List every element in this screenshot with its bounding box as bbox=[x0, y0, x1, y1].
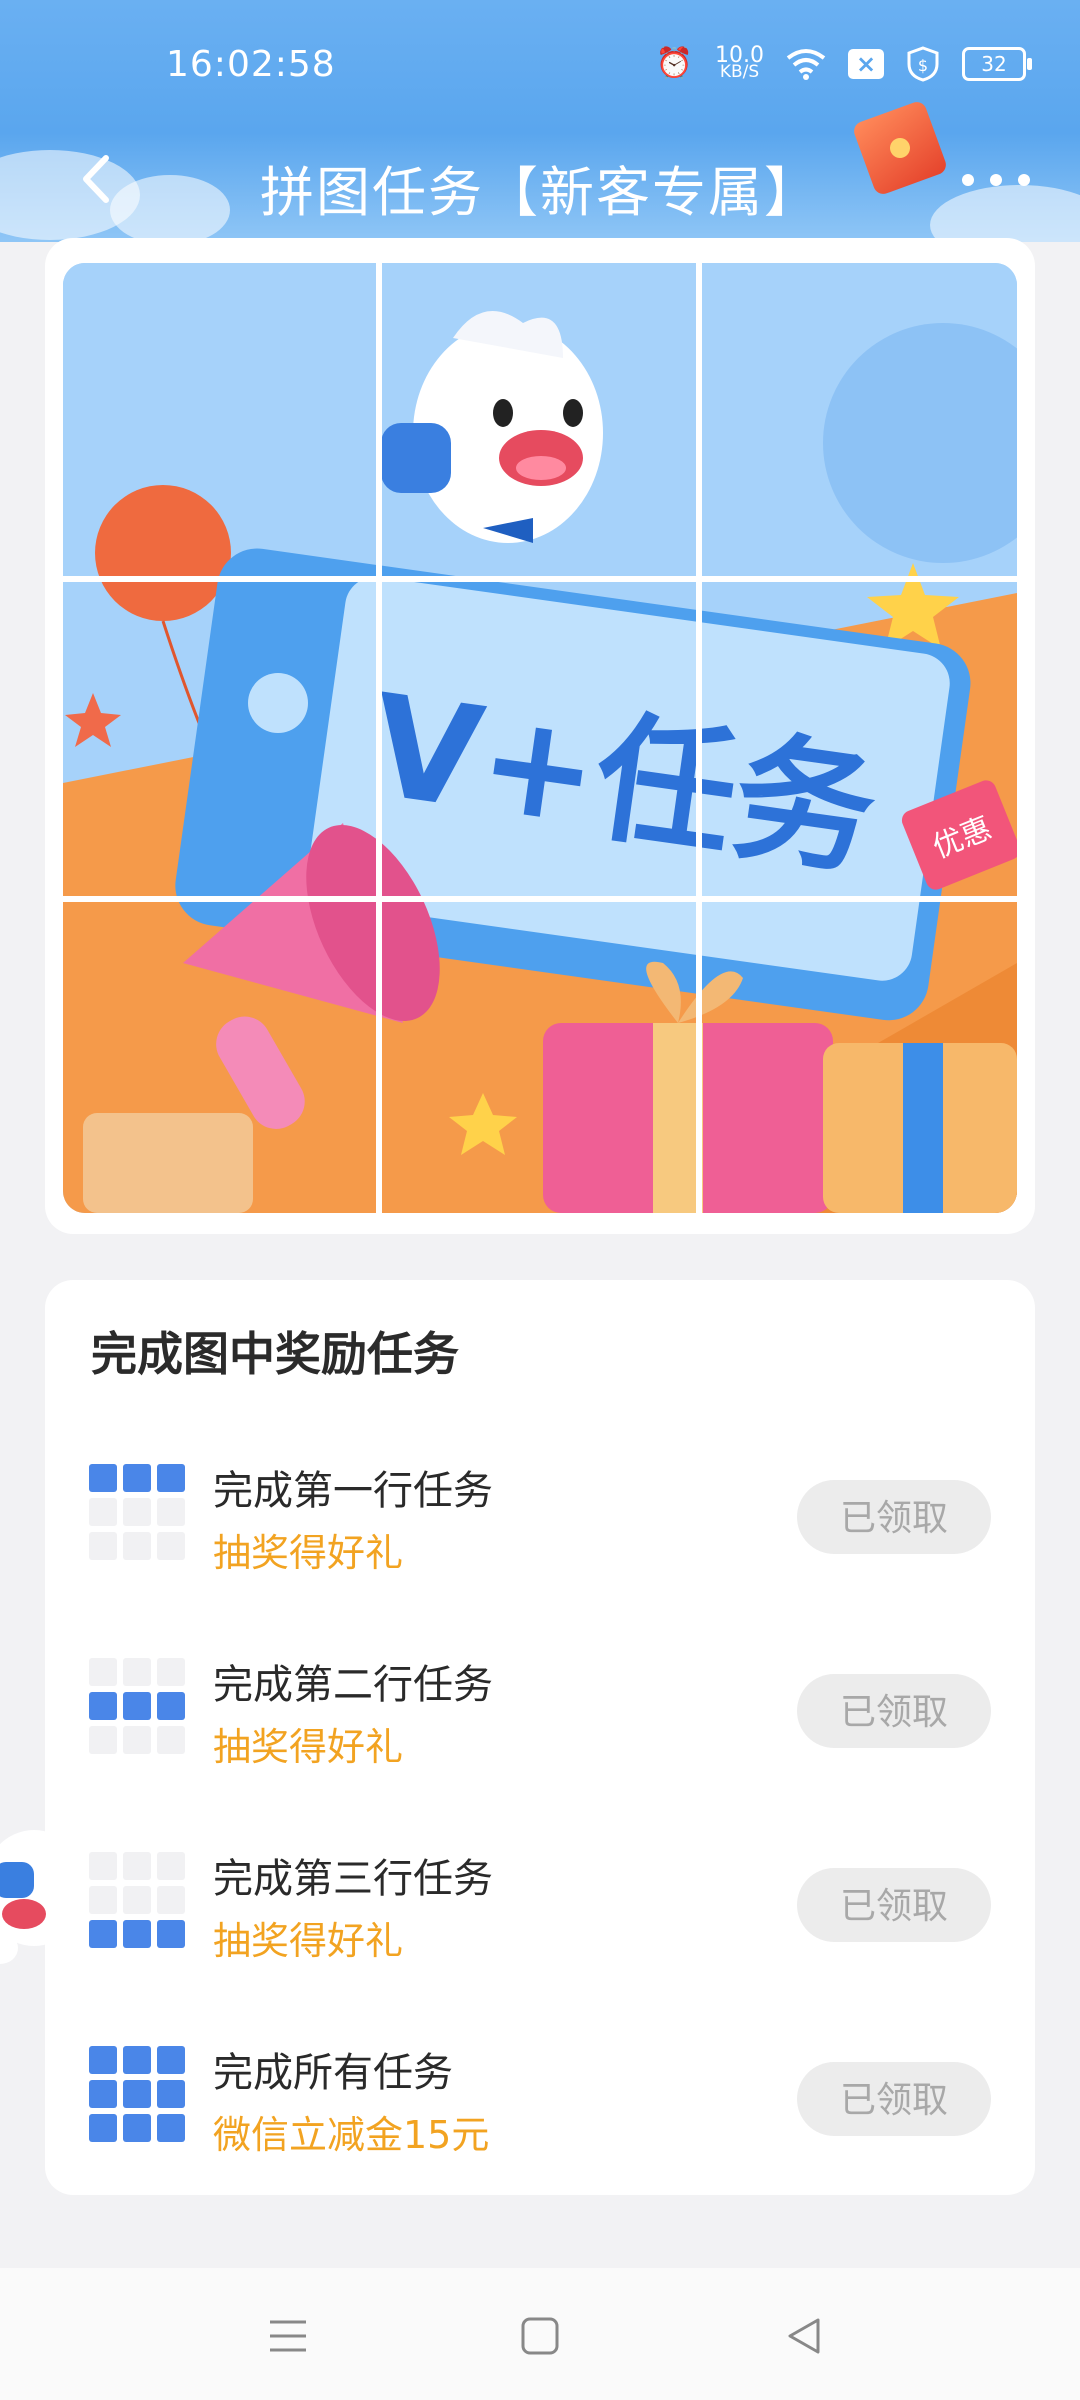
claimed-button[interactable]: 已领取 bbox=[797, 1480, 991, 1554]
all-rows-grid-icon bbox=[89, 2046, 185, 2142]
back-triangle-icon[interactable] bbox=[780, 2312, 828, 2360]
puzzle-piece-2[interactable] bbox=[383, 263, 695, 573]
task-name: 完成所有任务 bbox=[213, 2050, 453, 2096]
puzzle-piece-6[interactable] bbox=[703, 583, 1015, 893]
network-speed-unit: KB/S bbox=[719, 62, 760, 82]
floating-mascot-icon[interactable] bbox=[0, 1828, 90, 1968]
status-bar: 16:02:58 ⏰ 10.0 KB/S × $ 32 bbox=[0, 0, 1080, 130]
puzzle-piece-1[interactable] bbox=[63, 263, 375, 573]
grid-divider bbox=[63, 896, 1017, 902]
network-speed: 10.0 KB/S bbox=[715, 45, 764, 82]
task-reward: 抽奖得好礼 bbox=[213, 1725, 404, 1769]
puzzle-piece-3[interactable] bbox=[703, 263, 1015, 573]
puzzle-image: V+任务 优惠 bbox=[63, 263, 1017, 1213]
claimed-button[interactable]: 已领取 bbox=[797, 2062, 991, 2136]
task-row: 完成所有任务 微信立减金15元 已领取 bbox=[45, 2012, 1035, 2162]
page-title: 拼图任务【新客专属】 bbox=[260, 161, 820, 224]
alarm-icon: ⏰ bbox=[655, 46, 694, 81]
claimed-button[interactable]: 已领取 bbox=[797, 1868, 991, 1942]
row-3-grid-icon bbox=[89, 1852, 185, 1948]
tasks-card: 完成图中奖励任务 完成第一行任务 抽奖得好礼 已领取 完成第二行任务 抽奖得好礼… bbox=[45, 1280, 1035, 2195]
task-name: 完成第一行任务 bbox=[213, 1468, 493, 1514]
status-time: 16:02:58 bbox=[166, 44, 336, 85]
claimed-button[interactable]: 已领取 bbox=[797, 1674, 991, 1748]
puzzle-piece-8[interactable] bbox=[383, 903, 695, 1213]
puzzle-piece-9[interactable] bbox=[703, 903, 1015, 1213]
navigation-bar: 拼图任务【新客专属】 bbox=[0, 130, 1080, 230]
task-row: 完成第一行任务 抽奖得好礼 已领取 bbox=[45, 1430, 1035, 1580]
close-notification-icon: × bbox=[848, 49, 884, 79]
battery-indicator: 32 bbox=[962, 47, 1032, 81]
home-square-icon[interactable] bbox=[516, 2312, 564, 2360]
row-2-grid-icon bbox=[89, 1658, 185, 1754]
puzzle-piece-7[interactable] bbox=[63, 903, 375, 1213]
task-name: 完成第二行任务 bbox=[213, 1662, 493, 1708]
system-navigation-bar bbox=[0, 2268, 1080, 2400]
grid-divider bbox=[376, 263, 382, 1213]
grid-divider bbox=[63, 576, 1017, 582]
task-reward: 抽奖得好礼 bbox=[213, 1919, 404, 1963]
tasks-heading: 完成图中奖励任务 bbox=[91, 1327, 459, 1381]
task-reward: 抽奖得好礼 bbox=[213, 1531, 404, 1575]
row-1-grid-icon bbox=[89, 1464, 185, 1560]
grid-divider bbox=[696, 263, 702, 1213]
header: 16:02:58 ⏰ 10.0 KB/S × $ 32 拼图任务【新客专属】 bbox=[0, 0, 1080, 242]
task-row: 完成第三行任务 抽奖得好礼 已领取 bbox=[45, 1818, 1035, 1968]
task-reward: 微信立减金15元 bbox=[213, 2113, 490, 2157]
security-shield-icon: $ bbox=[907, 46, 939, 82]
svg-text:$: $ bbox=[918, 56, 928, 75]
wifi-icon bbox=[786, 49, 826, 80]
puzzle-piece-4[interactable] bbox=[63, 583, 375, 893]
task-name: 完成第三行任务 bbox=[213, 1856, 493, 1902]
more-options-icon[interactable] bbox=[956, 150, 1036, 210]
task-row: 完成第二行任务 抽奖得好礼 已领取 bbox=[45, 1624, 1035, 1774]
menu-icon[interactable] bbox=[264, 2312, 312, 2360]
puzzle-piece-5[interactable] bbox=[383, 583, 695, 893]
puzzle-card: V+任务 优惠 bbox=[45, 238, 1035, 1234]
